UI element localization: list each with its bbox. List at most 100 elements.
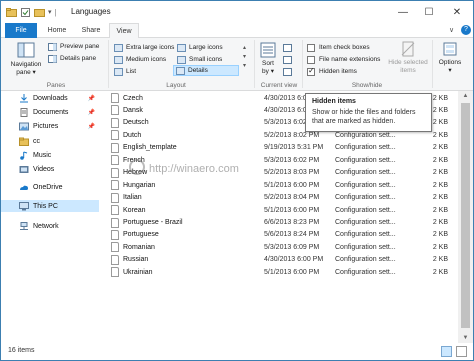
large-icons-view-button[interactable]	[456, 346, 467, 357]
scrollbar-thumb[interactable]	[461, 103, 470, 328]
file-name: English_template	[123, 144, 177, 152]
layout-large-icons[interactable]: Large icons	[175, 42, 239, 53]
file-type: Configuration sett...	[335, 256, 396, 264]
new-folder-icon[interactable]	[34, 7, 45, 18]
group-separator	[302, 40, 303, 88]
watermark-logo	[129, 159, 145, 175]
minimize-button[interactable]: —	[393, 4, 413, 20]
hidden-items-tooltip: Hidden items Show or hide the files and …	[305, 93, 432, 132]
file-date-modified: 5/3/2013 6:02 PM	[264, 156, 320, 164]
file-date-modified: 4/30/2013 6:00 PM	[264, 256, 324, 264]
config-file-icon	[111, 254, 119, 265]
nav-item-pictures[interactable]: Pictures 📌	[1, 120, 99, 132]
tab-view[interactable]: View	[109, 23, 139, 39]
config-file-icon	[111, 93, 119, 103]
file-row[interactable]: English_template 9/19/2013 5:31 PM Configu…	[106, 142, 458, 154]
navigation-pane-button[interactable]: Navigation pane ▾	[6, 41, 46, 77]
nav-item-cc[interactable]: cc	[1, 135, 99, 147]
file-row[interactable]: Korean 5/1/2013 6:00 PM Configuration sett…	[106, 204, 458, 216]
hide-selected-label: Hide selected	[388, 59, 428, 66]
file-name-extensions-toggle[interactable]: File name extensions	[307, 54, 380, 65]
nav-item-onedrive[interactable]: OneDrive	[1, 181, 99, 193]
file-row[interactable]: Ukrainian 5/1/2013 6:00 PM Configuration s…	[106, 266, 458, 278]
layout-extra-large-icons[interactable]: Extra large icons	[112, 42, 176, 53]
hide-selected-items-button[interactable]: Hide selected items	[385, 41, 431, 75]
file-date-modified: 5/1/2013 6:00 PM	[264, 268, 320, 276]
config-file-icon	[111, 205, 119, 216]
navigation-pane-icon	[17, 42, 35, 58]
size-columns-icon[interactable]	[283, 68, 292, 76]
scroll-up-arrow-icon[interactable]: ▲	[458, 91, 473, 101]
nav-item-music[interactable]: Music	[1, 149, 99, 161]
collapse-ribbon-icon[interactable]: ∨	[449, 26, 454, 34]
file-name: Portuguese	[123, 231, 159, 239]
layout-list[interactable]: List	[112, 66, 176, 77]
pictures-icon	[19, 122, 29, 130]
config-file-icon	[111, 142, 119, 153]
nav-item-downloads[interactable]: Downloads 📌	[1, 92, 99, 104]
maximize-button[interactable]: ☐	[419, 4, 439, 20]
list-icon	[114, 67, 123, 76]
help-icon[interactable]: ?	[461, 25, 471, 35]
nav-item-videos[interactable]: Videos	[1, 163, 99, 175]
file-row[interactable]: Romanian 5/3/2013 6:09 PM Configuration se…	[106, 241, 458, 253]
layout-item-label: Medium icons	[126, 56, 167, 63]
layout-small-icons[interactable]: Small icons	[175, 54, 239, 65]
tab-share[interactable]: Share	[77, 23, 105, 38]
add-columns-icon[interactable]	[283, 56, 292, 64]
file-date-modified: 5/6/2013 8:24 PM	[264, 231, 320, 239]
preview-pane-button[interactable]: Preview pane	[48, 41, 99, 52]
file-row[interactable]: Hungarian 5/1/2013 6:00 PM Configuration s…	[106, 179, 458, 191]
file-type: Configuration sett...	[335, 144, 396, 152]
item-check-boxes-toggle[interactable]: Item check boxes	[307, 42, 370, 53]
extra-large-icons-icon	[114, 43, 123, 52]
nav-item-this-pc[interactable]: This PC	[1, 200, 99, 212]
file-date-modified: 5/3/2013 6:09 PM	[264, 243, 320, 251]
customize-qat-icon[interactable]: ▾	[48, 8, 52, 16]
current-view-group-label: Current view	[260, 82, 298, 89]
ribbon-tabs: File Home Share View ∨ ?	[1, 23, 473, 39]
tab-file[interactable]: File	[5, 23, 37, 38]
file-row[interactable]: Russian 4/30/2013 6:00 PM Configuration se…	[106, 254, 458, 266]
file-size: 2 KB	[432, 243, 448, 251]
file-row[interactable]: Portuguese - Brazil 6/6/2013 8:23 PM Confi…	[106, 217, 458, 229]
scroll-down-arrow-icon[interactable]: ▼	[458, 333, 473, 343]
file-name: Ukrainian	[123, 268, 153, 276]
close-button[interactable]: ✕	[447, 4, 467, 20]
file-name-extensions-label: File name extensions	[319, 56, 381, 63]
file-row[interactable]: Portuguese 5/6/2013 8:24 PM Configuration …	[106, 229, 458, 241]
details-pane-button[interactable]: Details pane	[48, 53, 96, 64]
pin-icon[interactable]: 📌	[88, 95, 95, 102]
file-size: 2 KB	[432, 181, 448, 189]
sort-by-icon	[260, 42, 276, 58]
pin-icon[interactable]: 📌	[88, 109, 95, 116]
vertical-scrollbar[interactable]: ▲ ▼	[458, 91, 473, 343]
file-name: Hungarian	[123, 181, 156, 189]
nav-item-network[interactable]: Network	[1, 220, 99, 232]
item-check-boxes-checkbox[interactable]	[307, 43, 315, 52]
pin-icon[interactable]: 📌	[88, 123, 95, 130]
file-date-modified: 5/1/2013 6:00 PM	[264, 206, 320, 214]
layout-details[interactable]: Details	[173, 65, 239, 76]
file-name-extensions-checkbox[interactable]	[307, 55, 315, 64]
sort-by-button[interactable]: Sort by ▾	[257, 42, 279, 76]
hidden-items-toggle[interactable]: Hidden items	[307, 66, 357, 77]
file-size: 2 KB	[432, 268, 448, 276]
config-file-icon	[111, 130, 119, 141]
options-button[interactable]: Options ▾	[435, 41, 465, 75]
item-check-boxes-label: Item check boxes	[319, 44, 370, 51]
file-row[interactable]: Italian 5/2/2013 8:04 PM Configuration set…	[106, 192, 458, 204]
properties-icon[interactable]	[20, 7, 31, 18]
group-separator	[108, 40, 109, 88]
details-view-button[interactable]	[441, 346, 452, 357]
title-bar: ▾ | Languages — ☐ ✕	[1, 1, 473, 23]
layout-group-label: Layout	[166, 82, 186, 89]
layout-scroll-icon[interactable]: ▴ ▾ ▾	[243, 44, 246, 71]
config-file-icon	[111, 167, 119, 178]
file-type: Configuration sett...	[335, 156, 396, 164]
nav-item-documents[interactable]: Documents 📌	[1, 106, 99, 118]
hidden-items-checkbox[interactable]	[307, 66, 315, 76]
tab-home[interactable]: Home	[43, 23, 71, 38]
group-by-icon[interactable]	[283, 44, 292, 52]
layout-medium-icons[interactable]: Medium icons	[112, 54, 176, 65]
